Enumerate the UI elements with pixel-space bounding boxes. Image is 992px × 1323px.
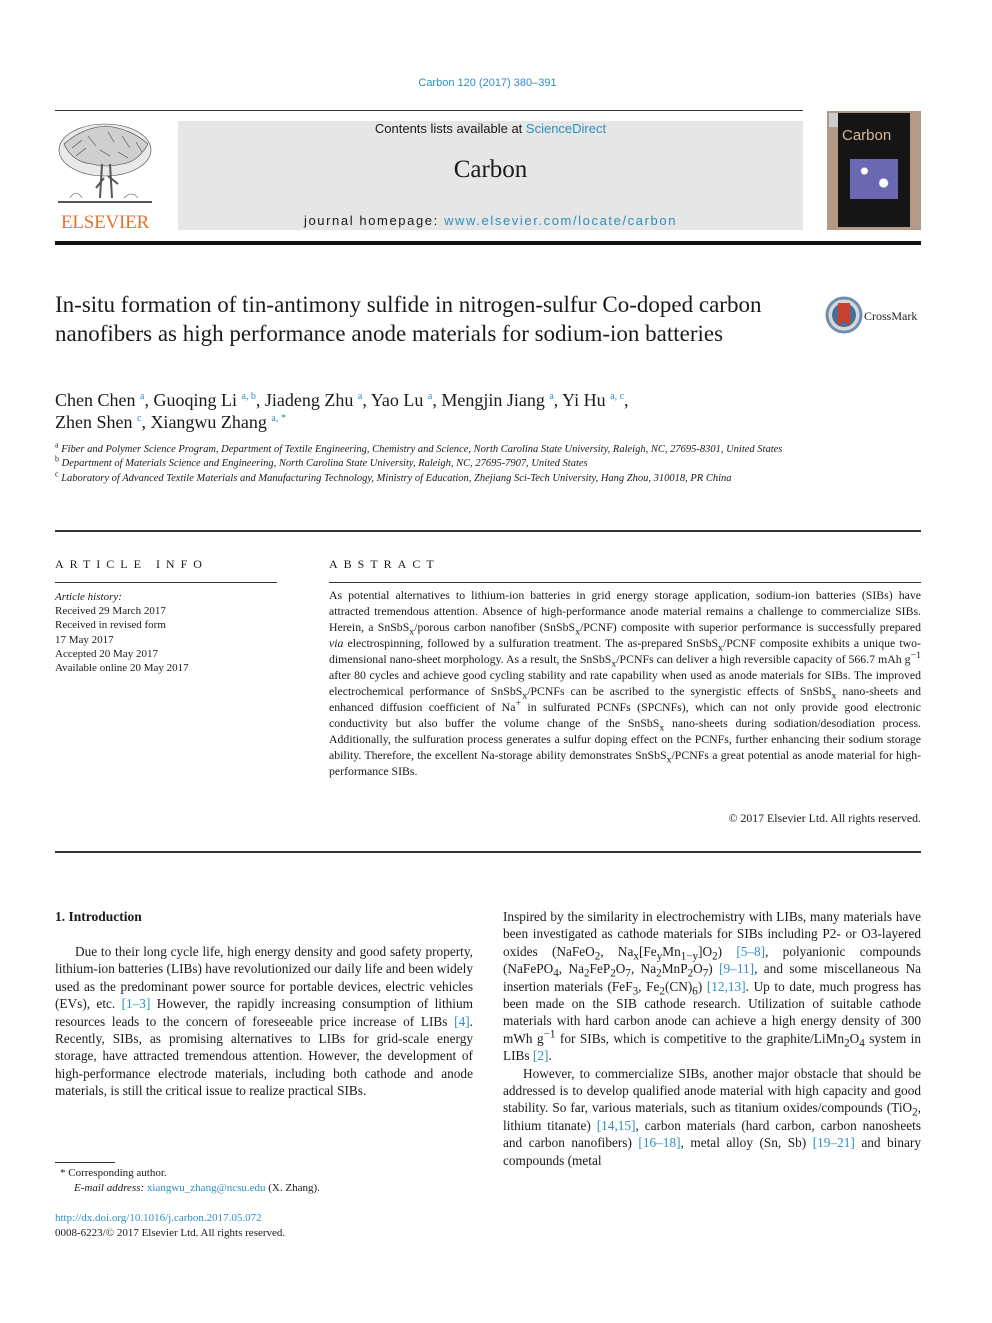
contents-availability: Contents lists available at ScienceDirec… <box>178 121 803 136</box>
author[interactable]: Yao Lu <box>371 390 424 410</box>
affiliation-key: a <box>55 440 59 450</box>
journal-cover-thumbnail[interactable]: Carbon <box>827 111 921 230</box>
elsevier-wordmark: ELSEVIER <box>60 212 150 233</box>
article-history-label: Article history: <box>55 591 122 603</box>
reference-link[interactable]: [12,13] <box>707 979 746 994</box>
author-list: Chen Chen a, Guoqing Li a, b, Jiadeng Zh… <box>55 390 629 432</box>
body-column-left: Due to their long cycle life, high energ… <box>55 943 473 1100</box>
reference-link[interactable]: [14,15] <box>597 1118 636 1133</box>
author[interactable]: Yi Hu <box>562 390 606 410</box>
article-history: Article history: Received 29 March 2017 … <box>55 590 285 675</box>
reference-link[interactable]: [2] <box>533 1048 549 1063</box>
reference-link[interactable]: [4] <box>454 1014 470 1029</box>
affiliation-list: a Fiber and Polymer Science Program, Dep… <box>55 440 815 486</box>
author-affiliation-mark[interactable]: a <box>428 391 432 402</box>
email-link[interactable]: xiangwu_zhang@ncsu.edu <box>147 1182 266 1194</box>
history-entry: Accepted 20 May 2017 <box>55 647 158 660</box>
abstract-heading: ABSTRACT <box>329 557 440 571</box>
doi-block: http://dx.doi.org/10.1016/j.carbon.2017.… <box>55 1211 475 1241</box>
crossmark-label[interactable]: CrossMark <box>864 309 917 324</box>
contents-prefix: Contents lists available at <box>374 121 526 136</box>
history-entry: 17 May 2017 <box>55 633 114 646</box>
affiliation: c Laboratory of Advanced Textile Materia… <box>55 469 815 486</box>
article-info-heading: ARTICLE INFO <box>55 557 208 571</box>
reference-link[interactable]: [1–3] <box>122 996 151 1011</box>
history-entry: Received 29 March 2017 <box>55 605 166 618</box>
crossmark-icon <box>825 296 863 334</box>
cover-logo-icon <box>829 113 838 127</box>
abstract-text: As potential alternatives to lithium-ion… <box>329 588 921 778</box>
section-divider <box>55 851 921 853</box>
author-affiliation-mark[interactable]: a <box>140 391 144 402</box>
cover-title: Carbon <box>842 127 892 144</box>
author[interactable]: Mengjin Jiang <box>441 390 545 410</box>
affiliation-text: Fiber and Polymer Science Program, Depar… <box>61 444 783 455</box>
affiliation-text: Department of Materials Science and Engi… <box>61 458 588 470</box>
author-affiliation-mark[interactable]: c <box>137 413 141 424</box>
paragraph: However, to commercialize SIBs, another … <box>503 1065 922 1168</box>
corresponding-author-note: * Corresponding author. <box>60 1167 167 1179</box>
homepage-prefix: journal homepage: <box>303 213 445 228</box>
journal-citation-link[interactable]: Carbon 120 (2017) 380–391 <box>0 77 975 89</box>
article-title: In-situ formation of tin-antimony sulfid… <box>55 292 762 346</box>
author[interactable]: Jiadeng Zhu <box>265 390 353 410</box>
history-entry: Received in revised form <box>55 619 166 632</box>
history-entry: Available online 20 May 2017 <box>55 662 189 675</box>
author-affiliation-mark[interactable]: a, b <box>241 391 255 402</box>
article-info-rule <box>55 582 277 583</box>
affiliation-text: Laboratory of Advanced Textile Materials… <box>61 472 732 484</box>
issn-copyright: 0008-6223/© 2017 Elsevier Ltd. All right… <box>55 1227 286 1239</box>
cover-artwork: Carbon <box>829 113 910 227</box>
reference-link[interactable]: [5–8] <box>736 944 765 959</box>
footnote-rule <box>55 1162 115 1163</box>
body-column-right: Inspired by the similarity in electroche… <box>503 908 921 1169</box>
author-affiliation-mark[interactable]: a <box>549 391 553 402</box>
reference-link[interactable]: [16–18] <box>638 1135 680 1150</box>
author-affiliation-mark[interactable]: a, c <box>610 391 624 402</box>
header-bottom-rule <box>55 241 921 245</box>
section-divider <box>55 530 921 532</box>
author[interactable]: Zhen Shen <box>55 412 132 432</box>
paragraph: Due to their long cycle life, high energ… <box>55 944 473 1099</box>
paragraph: Inspired by the similarity in electroche… <box>503 909 922 1064</box>
reference-link[interactable]: [9–11] <box>719 961 754 976</box>
doi-link[interactable]: http://dx.doi.org/10.1016/j.carbon.2017.… <box>55 1211 475 1226</box>
affiliation-key: b <box>55 454 59 464</box>
journal-homepage: journal homepage: www.elsevier.com/locat… <box>178 213 803 228</box>
cover-image <box>850 159 898 199</box>
introduction-heading: 1. Introduction <box>55 909 142 924</box>
author-affiliation-mark[interactable]: a, * <box>271 413 285 424</box>
affiliation: b Department of Materials Science and En… <box>55 454 815 471</box>
author[interactable]: Chen Chen <box>55 390 136 410</box>
abstract-copyright: © 2017 Elsevier Ltd. All rights reserved… <box>728 811 921 825</box>
sciencedirect-link[interactable]: ScienceDirect <box>526 121 606 136</box>
journal-homepage-link[interactable]: www.elsevier.com/locate/carbon <box>444 213 677 228</box>
affiliation: a Fiber and Polymer Science Program, Dep… <box>55 440 815 457</box>
email-line: E-mail address: xiangwu_zhang@ncsu.edu (… <box>74 1182 320 1194</box>
reference-link[interactable]: [19–21] <box>813 1135 855 1150</box>
abstract-rule <box>329 582 921 583</box>
header-top-rule <box>55 110 803 111</box>
affiliation-key: c <box>55 469 59 479</box>
author-affiliation-mark[interactable]: a <box>358 391 362 402</box>
journal-name: Carbon <box>453 156 528 183</box>
author[interactable]: Xiangwu Zhang <box>150 412 266 432</box>
footnotes: * Corresponding author. E-mail address: … <box>60 1166 480 1196</box>
author[interactable]: Guoqing Li <box>153 390 237 410</box>
